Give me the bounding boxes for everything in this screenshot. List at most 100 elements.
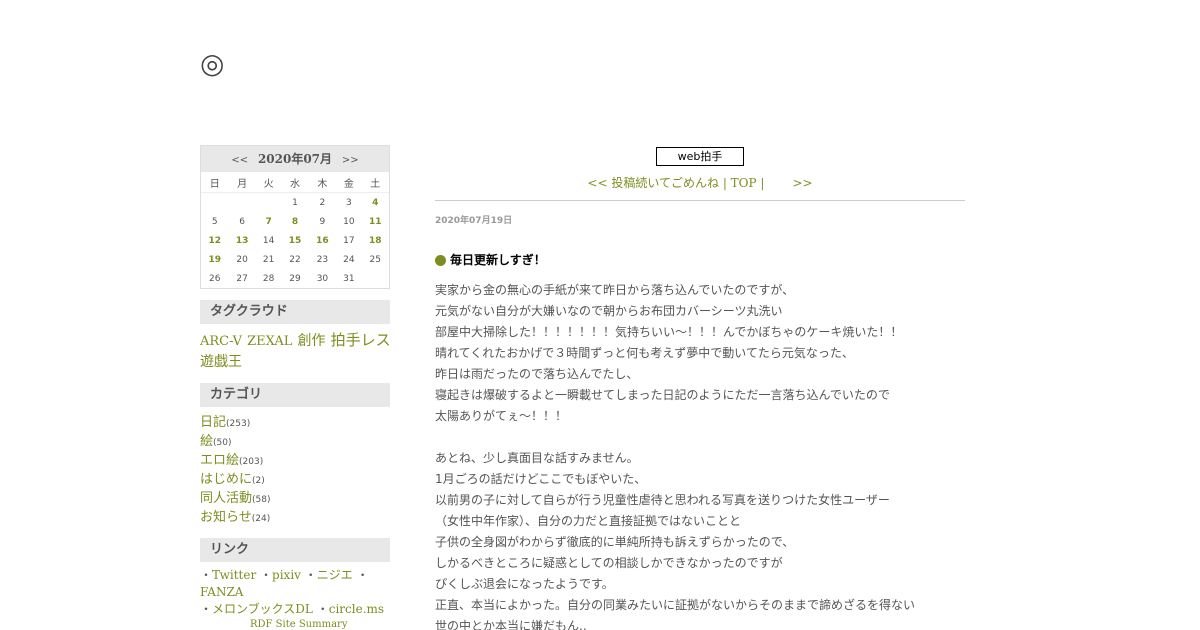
category-item: 同人活動(58) bbox=[200, 489, 391, 508]
tagcloud: ARC-V ZEXAL 創作 拍手レス遊戯王 bbox=[200, 330, 391, 372]
entry-line: 寝起きは爆破するよと一瞬載せてしまった日記のようにただ一言落ち込んでいたので bbox=[435, 388, 890, 402]
calendar-day: 5 bbox=[211, 216, 218, 227]
tag-link[interactable]: 創作 bbox=[298, 333, 326, 349]
calendar-day[interactable]: 15 bbox=[281, 231, 308, 250]
next-entry-link[interactable]: >> bbox=[792, 176, 812, 190]
tag-link[interactable]: 遊戯王 bbox=[200, 354, 242, 370]
entry-title-text: 毎日更新しすぎ！ bbox=[450, 253, 546, 267]
entry-line: 実家から金の無心の手紙が来て昨日から落ち込んでいたのですが、 bbox=[435, 283, 795, 297]
calendar-weekdays: 日月火水木金土 bbox=[201, 172, 389, 193]
category-link[interactable]: 絵 bbox=[200, 434, 213, 449]
calendar-week: 26 27 28 29 30 31 bbox=[201, 269, 389, 288]
calendar-day: 26 bbox=[208, 273, 221, 284]
entry-line: 太陽ありがてぇ～！！！ bbox=[435, 409, 568, 423]
external-link[interactable]: ニジエ bbox=[317, 568, 353, 582]
entry-line: 晴れてくれたおかげで３時間ずっと何も考えず夢中で動いてたら元気なった、 bbox=[435, 346, 854, 360]
category-list: 日記(253) 絵(50) エロ絵(203) はじめに(2) 同人活動(58) お知らせ(… bbox=[200, 413, 391, 527]
calendar-day bbox=[201, 193, 228, 213]
calendar-day[interactable]: 7 bbox=[256, 212, 281, 231]
clap-area: web拍手 bbox=[435, 145, 965, 166]
entry-line: 1月ごろの話だけどここでもぼやいた、 bbox=[435, 472, 647, 486]
calendar-day[interactable]: 8 bbox=[281, 212, 308, 231]
entry-line: 部屋中大掃除した！！！！！！！気持ちいい～！！！んでかぼちゃのケーキ焼いた！！ bbox=[435, 325, 903, 339]
entry-line: 正直、本当によかった。自分の同業みたいに証拠がないからそのままで諦めざるを得ない bbox=[435, 598, 916, 612]
external-link[interactable]: FANZA bbox=[200, 585, 243, 599]
calendar-day: 31 bbox=[343, 273, 355, 284]
entry-line: ぴくしぶ退会になったようです。 bbox=[435, 577, 614, 591]
entry-title: 毎日更新しすぎ！ bbox=[435, 252, 965, 268]
main-content: web拍手 << 投稿続いてごめんね | TOP | >> 2020年07月19日… bbox=[435, 145, 965, 630]
calendar-week: 1 2 34 bbox=[201, 193, 389, 213]
category-link[interactable]: 日記 bbox=[200, 415, 226, 430]
calendar-day[interactable]: 19 bbox=[201, 250, 228, 269]
link-bullet: ・ bbox=[260, 568, 273, 582]
external-link[interactable]: circle.ms bbox=[329, 602, 384, 616]
calendar-header: << 2020年07月 >> bbox=[201, 146, 389, 172]
category-count: (253) bbox=[226, 419, 251, 429]
entry-navigation: << 投稿続いてごめんね | TOP | >> bbox=[435, 174, 965, 201]
calendar-day: 27 bbox=[236, 273, 248, 284]
calendar-days: 1 2 3 4 5 6 7 8 9 10 11 12 13 14 15 16 17 18 19 20 21 22 23 24 2… bbox=[201, 193, 389, 289]
category-link[interactable]: はじめに bbox=[200, 472, 252, 487]
category-item: 日記(253) bbox=[200, 413, 391, 432]
calendar-day bbox=[362, 269, 389, 288]
external-link[interactable]: pixiv bbox=[272, 568, 301, 582]
category-item: はじめに(2) bbox=[200, 470, 391, 489]
calendar-day: 10 bbox=[343, 216, 355, 227]
rdf-site-summary-link[interactable]: RDF Site Summary bbox=[250, 619, 347, 630]
calendar-prev-month[interactable]: << bbox=[225, 155, 254, 166]
entry-date: 2020年07月19日 bbox=[435, 216, 513, 226]
calendar: << 2020年07月 >> 日月火水木金土 1 2 3 4 5 6 7 8 9 10 11 12 13… bbox=[200, 145, 390, 289]
entry-line: 以前男の子に対して自らが行う児童性虐待と思われる写真を送りつけた女性ユーザー bbox=[435, 493, 890, 507]
nav-separator-2: | bbox=[756, 176, 765, 190]
calendar-day: 29 bbox=[289, 273, 301, 284]
calendar-day[interactable]: 4 bbox=[362, 193, 389, 213]
tag-link[interactable]: ARC-V bbox=[200, 334, 242, 349]
calendar-day[interactable]: 16 bbox=[309, 231, 336, 250]
calendar-day: 3 bbox=[345, 197, 352, 208]
calendar-day: 28 bbox=[262, 273, 275, 284]
external-link[interactable]: Twitter bbox=[212, 568, 256, 582]
calendar-weekday: 月 bbox=[228, 172, 256, 193]
calendar-day[interactable]: 13 bbox=[228, 231, 255, 250]
entry-line bbox=[435, 427, 965, 448]
links-heading: リンク bbox=[200, 538, 390, 562]
category-count: (50) bbox=[213, 438, 232, 448]
external-link[interactable]: メロンブックスDL bbox=[212, 602, 313, 616]
calendar-day bbox=[228, 193, 255, 213]
category-link[interactable]: 同人活動 bbox=[200, 491, 252, 506]
bullet-icon bbox=[435, 254, 446, 266]
calendar-day: 1 bbox=[292, 197, 298, 208]
calendar-next-month[interactable]: >> bbox=[336, 155, 365, 166]
site-title[interactable]: ◎ bbox=[200, 48, 224, 80]
link-bullet: ・ bbox=[356, 568, 369, 582]
calendar-day[interactable]: 11 bbox=[362, 212, 389, 231]
calendar-day[interactable]: 12 bbox=[201, 231, 228, 250]
tag-link[interactable]: 拍手レス bbox=[331, 331, 391, 349]
calendar-day: 2 bbox=[319, 197, 326, 208]
tag-link[interactable]: ZEXAL bbox=[247, 334, 292, 349]
top-link[interactable]: TOP bbox=[731, 176, 757, 190]
link-bullet: ・ bbox=[316, 602, 329, 616]
calendar-month: 2020年07月 bbox=[257, 152, 333, 166]
category-link[interactable]: エロ絵 bbox=[200, 453, 239, 468]
calendar-grid: 日月火水木金土 1 2 3 4 5 6 7 8 9 10 11 12 13 14 15 16 17 18 19 20 2… bbox=[201, 172, 389, 288]
page: ◎ << 2020年07月 >> 日月火水木金土 1 2 3 4 5 6 7 8 9 10 11 12… bbox=[0, 0, 1200, 630]
calendar-day: 20 bbox=[236, 254, 248, 265]
calendar-day: 14 bbox=[262, 235, 275, 246]
calendar-day[interactable]: 18 bbox=[362, 231, 389, 250]
entry-line: 子供の全身図がわからず徹底的に単純所持も訴えずらかったので、 bbox=[435, 535, 795, 549]
sidebar: << 2020年07月 >> 日月火水木金土 1 2 3 4 5 6 7 8 9 10 11 12 13… bbox=[200, 145, 391, 618]
calendar-weekday: 木 bbox=[308, 172, 337, 193]
entry-line: あとね、少し真面目な話すみません。 bbox=[435, 451, 639, 465]
category-link[interactable]: お知らせ bbox=[200, 510, 252, 525]
entry-line: 元気がない自分が大嫌いなので朝からお布団カバーシーツ丸洗い bbox=[435, 304, 783, 318]
entry-line: （女性中年作家）、自分の力だと直接証拠ではないことと bbox=[435, 514, 742, 528]
nav-separator: | bbox=[719, 176, 731, 190]
entry-line: しかるべきところに疑惑としての相談しかできなかったのですが bbox=[435, 556, 783, 570]
web-clap-button[interactable]: web拍手 bbox=[656, 147, 744, 166]
link-bullet: ・ bbox=[200, 602, 213, 616]
prev-entry-link[interactable]: << 投稿続いてごめんね bbox=[587, 176, 719, 190]
link-list: ・Twitter ・pixiv ・ニジエ ・FANZA ・メロンブックスDL ・c… bbox=[200, 567, 391, 618]
calendar-weekday: 土 bbox=[361, 172, 389, 193]
